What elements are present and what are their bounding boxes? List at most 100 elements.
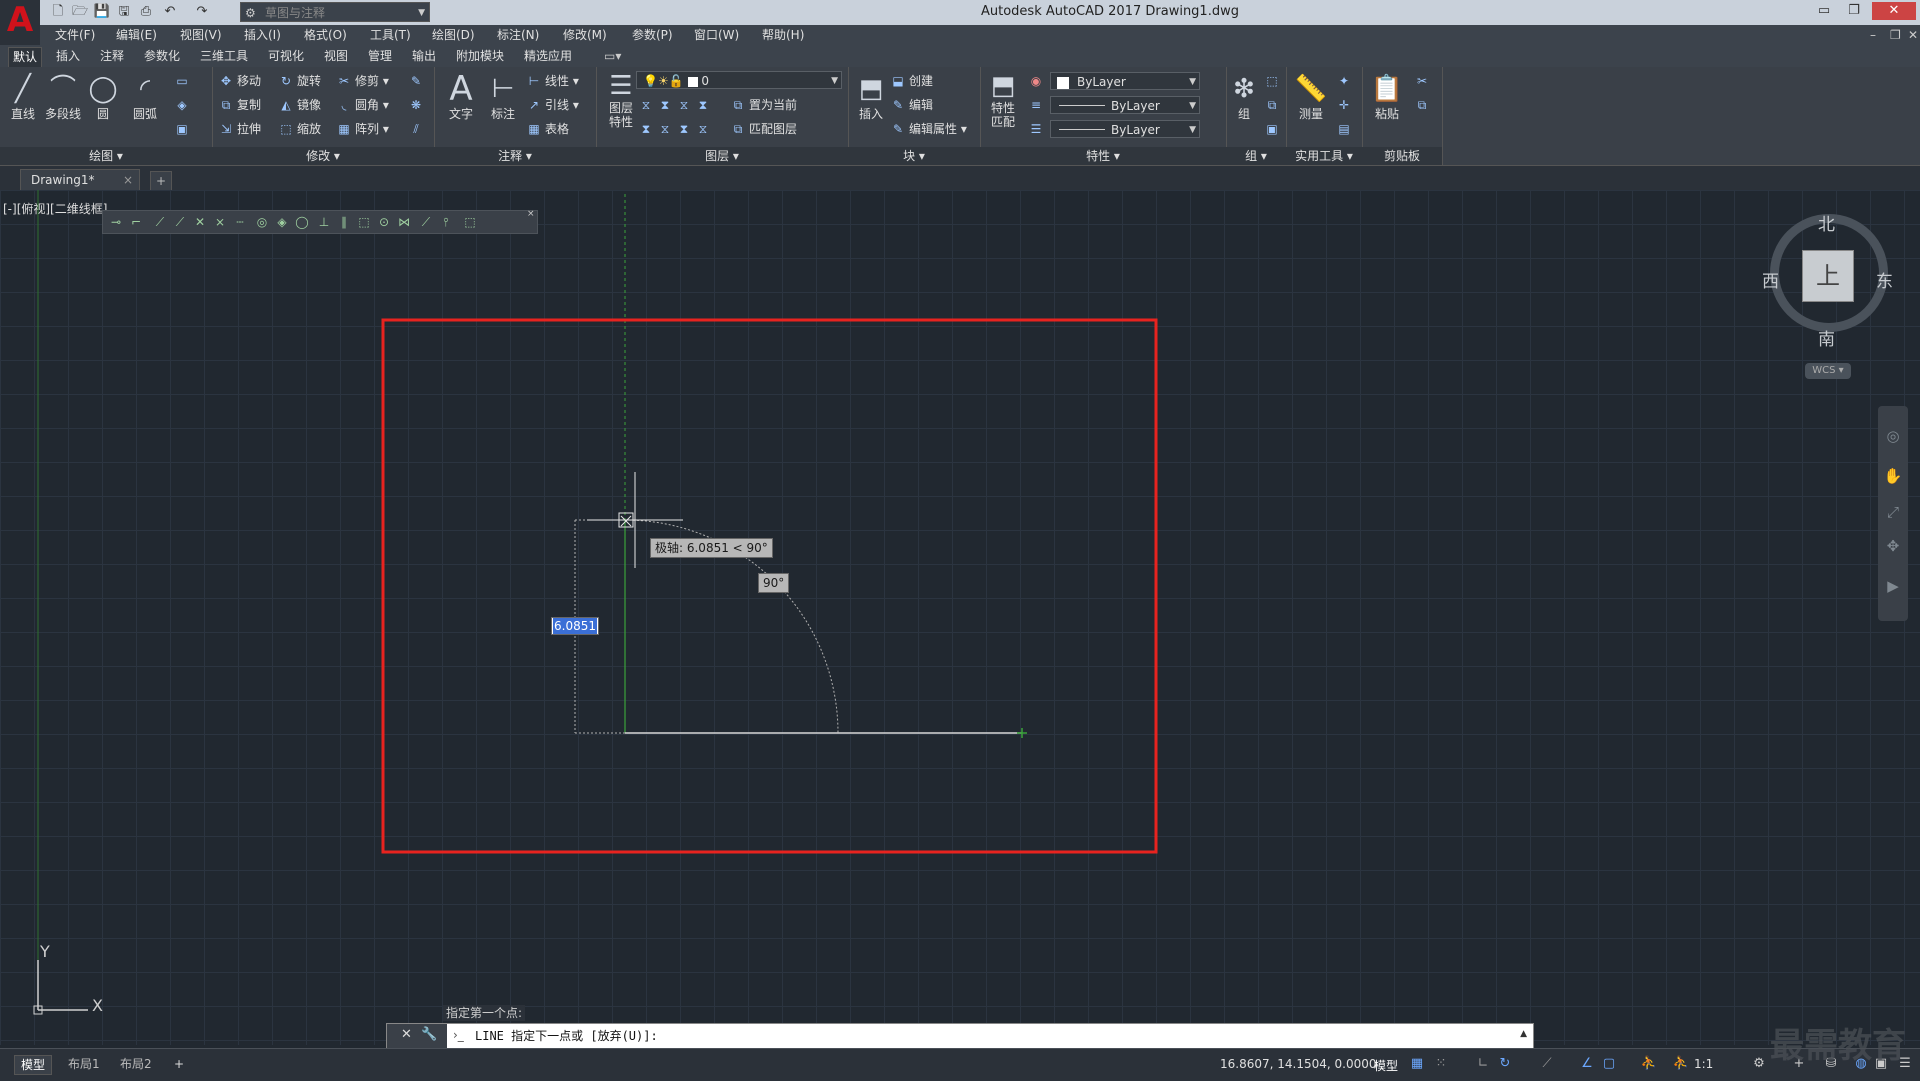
menu-file[interactable]: 文件(F) [55,25,95,45]
grid-icon[interactable]: ▦ [1408,1055,1426,1073]
circle-tool[interactable]: ◯ 圆 [80,71,126,121]
steering-wheel-icon[interactable]: ◎ [1883,426,1903,446]
document-tab-drawing1[interactable]: Drawing1* × [20,169,140,190]
menu-draw[interactable]: 绘图(D) [432,25,475,45]
match-layer-tool[interactable]: ⧉ 匹配图层 [730,119,797,139]
osnap-track-icon[interactable]: ∠ [1578,1055,1596,1073]
stretch-tool[interactable]: ⇲ 拉伸 [218,119,261,139]
layers-panel-title[interactable]: 图层 ▾ [596,147,848,165]
doc-minimize-icon[interactable]: – [1870,25,1876,45]
orbit-icon[interactable]: ✥ [1883,536,1903,556]
mirror-tool[interactable]: ◭ 镜像 [278,95,321,115]
zoom-extents-icon[interactable]: ⤢ [1883,502,1903,522]
tab-insert[interactable]: 插入 [52,47,84,66]
properties-panel-title[interactable]: 特性 ▾ [980,147,1226,165]
ungroup-icon[interactable]: ⬚ [1264,71,1283,91]
new-tab-button[interactable]: + [150,171,172,191]
menu-insert[interactable]: 插入(I) [244,25,281,45]
osnap-icon[interactable]: ▢ [1600,1055,1618,1073]
trim-tool[interactable]: ✂ 修剪 ▾ [336,71,389,91]
model-space-toggle[interactable]: 模型 [1374,1057,1398,1074]
text-tool[interactable]: A 文字 [438,71,484,121]
lineweight-dropdown[interactable]: ByLayer ▼ [1050,120,1200,138]
menu-modify[interactable]: 修改(M) [563,25,607,45]
calculator-icon[interactable]: ▤ [1336,119,1355,139]
group-select-icon[interactable]: ▣ [1264,119,1283,139]
tab-default[interactable]: 默认 [8,47,43,67]
command-history-toggle-icon[interactable]: ▲ [1520,1029,1527,1039]
save-icon[interactable]: 💾 [92,3,112,21]
tab-output[interactable]: 输出 [408,47,440,66]
quick-select-icon[interactable]: ✦ [1336,71,1355,91]
tab-parametric[interactable]: 参数化 [140,47,184,66]
leader-tool[interactable]: ↗ 引线 ▾ [526,95,579,115]
copy-tool[interactable]: ⧉ 复制 [218,95,261,115]
minimize-button[interactable]: ▭ [1812,2,1836,20]
menu-window[interactable]: 窗口(W) [694,25,739,45]
tab-addins[interactable]: 附加模块 [452,47,508,66]
restore-button[interactable]: ❐ [1842,2,1866,20]
ribbon-toggle-icon[interactable]: ▭▾ [600,47,625,66]
group-edit-icon[interactable]: ⧉ [1264,95,1283,115]
edit-block-tool[interactable]: ✎ 编辑 [890,95,933,115]
copy-clip-icon[interactable]: ⧉ [1414,95,1433,115]
utilities-panel-title[interactable]: 实用工具 ▾ [1286,147,1362,165]
undo-icon[interactable]: ↶ [160,3,180,21]
block-panel-title[interactable]: 块 ▾ [848,147,980,165]
menu-parametric[interactable]: 参数(P) [632,25,673,45]
tab-featured-apps[interactable]: 精选应用 [520,47,576,66]
menu-edit[interactable]: 编辑(E) [116,25,157,45]
close-button[interactable]: ✕ [1872,2,1916,20]
set-current-tool[interactable]: ⧉ 置为当前 [730,95,797,115]
tab-annotate[interactable]: 注释 [96,47,128,66]
ortho-icon[interactable]: ∟ [1474,1055,1492,1073]
layer-dropdown[interactable]: 💡☀🔓 0 ▼ [636,71,842,89]
annotation-panel-title[interactable]: 注释 ▾ [434,147,596,165]
match-properties-tool[interactable]: ⬒ 特性 匹配 [980,71,1026,129]
wrench-icon[interactable]: 🔧 [421,1027,437,1042]
clipboard-panel-title[interactable]: 剪贴板 [1362,147,1442,165]
viewcube-top-face[interactable]: 上 [1802,250,1854,302]
snap-icon[interactable]: ⁙ [1432,1055,1450,1073]
pan-hand-icon[interactable]: ✋ [1883,466,1903,486]
doc-close-icon[interactable]: ✕ [1908,25,1918,45]
region-icon[interactable]: ▣ [174,119,193,139]
layer-tools-row-1[interactable]: ⧖ ⧗ ⧖ ⧗ [638,95,714,115]
menu-help[interactable]: 帮助(H) [762,25,804,45]
insert-block-tool[interactable]: ⬒ 插入 [848,71,894,121]
cursor-coordinates[interactable]: 16.8607, 14.1504, 0.0000 [1220,1057,1377,1071]
redo-icon[interactable]: ↷ [192,3,212,21]
add-layout-icon[interactable]: + [168,1055,190,1073]
layout-tab-1[interactable]: 布局1 [62,1055,106,1073]
group-panel-title[interactable]: 组 ▾ [1226,147,1286,165]
close-icon[interactable]: ✕ [401,1027,412,1042]
hatch-icon[interactable]: ◈ [174,95,193,115]
paste-tool[interactable]: 📋 粘贴 [1364,71,1410,121]
menu-tools[interactable]: 工具(T) [370,25,411,45]
array-tool[interactable]: ▦ 阵列 ▾ [336,119,389,139]
polar-icon[interactable]: ↻ [1496,1055,1514,1073]
modify-panel-title[interactable]: 修改 ▾ [212,147,434,165]
point-icon[interactable]: ✛ [1336,95,1355,115]
viewcube-west[interactable]: 西 [1762,267,1779,292]
viewcube-north[interactable]: 北 [1818,210,1835,235]
fillet-tool[interactable]: ◟ 圆角 ▾ [336,95,389,115]
menu-format[interactable]: 格式(O) [304,25,347,45]
wcs-menu-button[interactable]: WCS ▾ [1805,363,1851,379]
workspace-switch-icon[interactable]: ⚙ [1750,1055,1768,1073]
annotation-visibility-icon[interactable]: ⛹ [1640,1055,1658,1073]
dynamic-input-field[interactable]: 6.0851 [551,617,599,635]
group-tool[interactable]: ❇ 组 [1226,71,1262,121]
command-line[interactable]: ✕ 🔧 ›_ LINE 指定下一点或 [放弃(U)]: ▲ [386,1023,1534,1049]
tab-view[interactable]: 视图 [320,47,352,66]
layer-tools-row-2[interactable]: ⧗ ⧖ ⧗ ⧖ [638,119,714,139]
draw-panel-title[interactable]: 绘图 ▾ [0,147,212,165]
edit-attribute-tool[interactable]: ✎ 编辑属性 ▾ [890,119,967,139]
rotate-tool[interactable]: ↻ 旋转 [278,71,321,91]
menu-dimension[interactable]: 标注(N) [497,25,539,45]
annotation-scale[interactable]: 1:1 [1694,1057,1713,1071]
open-file-icon[interactable]: 🗁 [70,3,90,21]
table-tool[interactable]: ▦ 表格 [526,119,569,139]
measure-tool[interactable]: 📏 测量 [1288,71,1334,121]
tab-visualize[interactable]: 可视化 [264,47,308,66]
